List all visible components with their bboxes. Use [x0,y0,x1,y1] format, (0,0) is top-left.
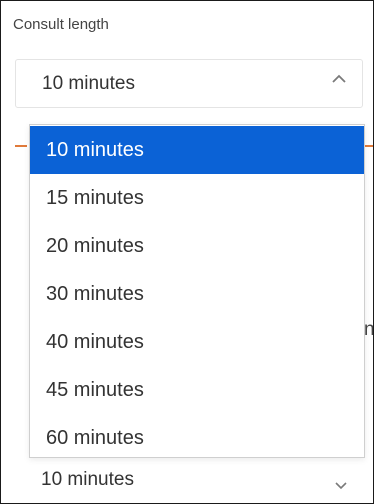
option-40-minutes[interactable]: 40 minutes [30,318,364,366]
consult-length-panel: Consult length 10 minutes n 10 minutes 1… [0,0,374,504]
option-45-minutes[interactable]: 45 minutes [30,366,364,414]
chevron-up-icon [332,74,346,83]
consult-length-options-list: 10 minutes 15 minutes 20 minutes 30 minu… [29,124,365,458]
chevron-down-icon [335,482,347,490]
secondary-duration-select[interactable]: 10 minutes [15,456,363,503]
option-60-minutes[interactable]: 60 minutes [30,414,364,462]
background-clipped-text: n [364,319,374,340]
option-30-minutes[interactable]: 30 minutes [30,270,364,318]
consult-length-label: Consult length [13,16,109,33]
option-10-minutes[interactable]: 10 minutes [30,126,364,174]
option-20-minutes[interactable]: 20 minutes [30,222,364,270]
accent-divider-left [15,145,27,147]
consult-length-select[interactable]: 10 minutes [15,59,363,108]
secondary-duration-value: 10 minutes [41,469,134,490]
accent-divider-right [365,145,373,147]
consult-length-selected-value: 10 minutes [42,73,135,94]
option-15-minutes[interactable]: 15 minutes [30,174,364,222]
